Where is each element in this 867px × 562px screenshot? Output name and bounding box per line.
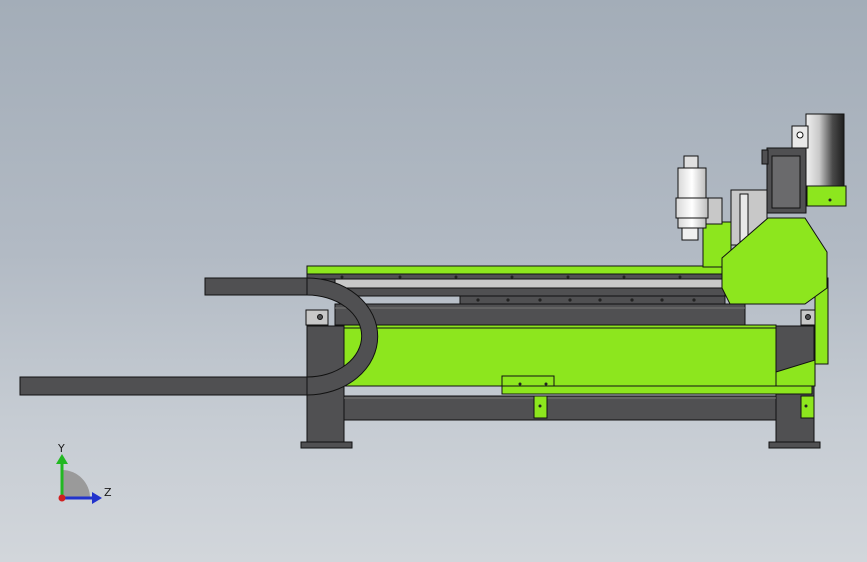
cad-viewport[interactable]: Y Z [0,0,867,562]
axis-origin [58,494,66,502]
axis-triad [56,454,102,504]
z-axis-label: Z [104,486,112,499]
y-axis-label: Y [58,442,65,455]
triad-quadrant [62,470,90,498]
